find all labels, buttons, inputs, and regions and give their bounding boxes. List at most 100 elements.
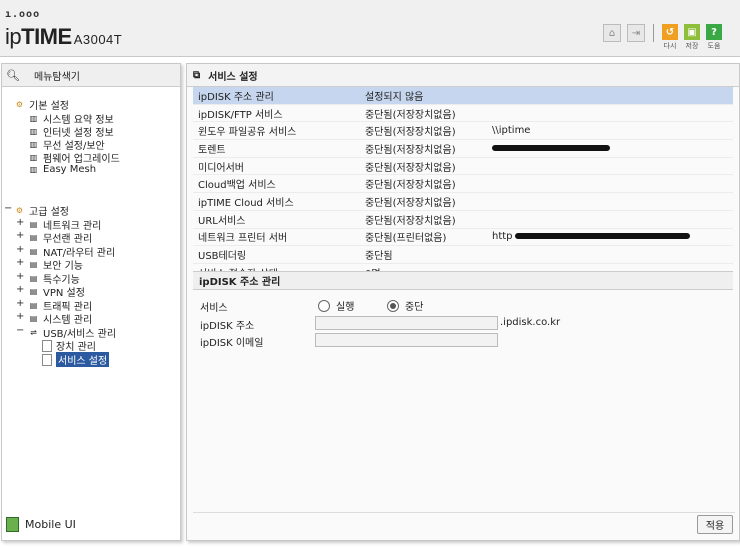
save-icon: ▣ xyxy=(684,24,700,40)
folder-gear-icon: ⚙ xyxy=(15,100,24,109)
radio-stop[interactable]: 중단 xyxy=(387,298,423,313)
tree-label: 기본 설정 xyxy=(29,101,69,112)
expand-icon[interactable]: + xyxy=(16,230,24,241)
tree-label: 무선랜 관리 xyxy=(43,234,93,245)
tree-item-vpn[interactable]: ▤ VPN 설정 xyxy=(28,284,85,299)
chart-icon: ▥ xyxy=(29,165,38,174)
service-status: 중단됨(저장장치없음) xyxy=(360,174,487,194)
tree-basic-settings[interactable]: ⚙ 기본 설정 xyxy=(14,97,69,112)
service-name: Cloud백업 서비스 xyxy=(193,174,360,194)
radio-run-label: 실행 xyxy=(336,302,355,313)
table-row[interactable]: 미디어서버 중단됨(저장장치없음) xyxy=(193,157,733,176)
tree-advanced-settings[interactable]: ⚙ 고급 설정 xyxy=(14,203,69,218)
page-icon xyxy=(42,353,52,366)
restart-button[interactable]: ↺ 다시 xyxy=(662,24,678,51)
apply-button[interactable]: 적용 xyxy=(697,515,733,534)
service-name: 토렌트 xyxy=(193,139,360,158)
table-row[interactable]: ipDISK 주소 관리 설정되지 않음 xyxy=(193,87,733,105)
table-row[interactable]: USB테더링 중단됨 xyxy=(193,245,733,264)
service-extra: http xyxy=(487,228,733,247)
tree-item-easy-mesh[interactable]: ▥ Easy Mesh xyxy=(28,164,96,175)
mobile-icon xyxy=(6,517,19,532)
redaction-mark xyxy=(492,144,610,151)
redaction-mark xyxy=(514,233,690,240)
tree-item-firmware[interactable]: ▥ 펌웨어 업그레이드 xyxy=(28,150,120,165)
expand-icon[interactable]: + xyxy=(16,284,24,295)
collapse-icon[interactable]: − xyxy=(16,325,24,336)
logout-icon[interactable]: ⇥ xyxy=(627,24,645,42)
restart-label: 다시 xyxy=(663,42,677,50)
expand-icon[interactable]: + xyxy=(16,217,24,228)
folder-icon: ▤ xyxy=(29,301,38,310)
service-extra xyxy=(487,87,733,105)
table-row[interactable]: 네트워크 프린터 서버 중단됨(프린터없음) http xyxy=(193,228,733,247)
expand-icon[interactable]: + xyxy=(16,271,24,282)
page-icon xyxy=(42,339,52,352)
help-button[interactable]: ? 도움 xyxy=(706,24,722,51)
radio-run-circle[interactable] xyxy=(318,299,330,312)
chart-icon: ▥ xyxy=(29,127,38,136)
tree-item-system[interactable]: ▤ 시스템 관리 xyxy=(28,311,92,326)
service-extra xyxy=(487,245,733,264)
mobile-ui-link[interactable]: Mobile UI xyxy=(6,517,76,532)
tree-label: 장치 관리 xyxy=(56,342,96,353)
help-icon: ? xyxy=(706,24,722,40)
search-icon: 🔍︎ xyxy=(6,68,20,82)
tree-item-device[interactable]: 장치 관리 xyxy=(42,338,96,353)
radio-run[interactable]: 실행 xyxy=(318,298,354,313)
folder-icon: ▤ xyxy=(29,247,38,256)
service-name: URL서비스 xyxy=(193,210,360,229)
logo-ip: ip xyxy=(5,24,22,49)
home-icon[interactable]: ⌂ xyxy=(603,24,621,42)
chart-icon: ▥ xyxy=(29,140,38,149)
service-name: ipTIME Cloud 서비스 xyxy=(193,192,360,211)
service-status: 중단됨 xyxy=(360,245,487,264)
menu-explorer: 🔍︎ 메뉴탐색기 ⚙ 기본 설정 ▥ 시스템 요약 정보 ▥ 인터넷 설정 정보… xyxy=(1,63,181,541)
footer-divider xyxy=(193,512,735,513)
folder-icon: ▤ xyxy=(29,260,38,269)
service-name: ipDISK 주소 관리 xyxy=(193,87,360,105)
ipdisk-email-input[interactable] xyxy=(315,333,498,347)
restart-icon: ↺ xyxy=(662,24,678,40)
tree-item-security[interactable]: ▤ 보안 기능 xyxy=(28,257,83,272)
service-extra xyxy=(487,174,733,194)
service-extra xyxy=(487,192,733,211)
expand-icon[interactable]: + xyxy=(16,298,24,309)
table-row[interactable]: Cloud백업 서비스 중단됨(저장장치없음) xyxy=(193,174,733,194)
service-extra xyxy=(487,210,733,229)
table-row[interactable]: 윈도우 파일공유 서비스 중단됨(저장장치없음) \\iptime xyxy=(193,121,733,141)
table-row[interactable]: URL서비스 중단됨(저장장치없음) xyxy=(193,210,733,229)
service-status: 중단됨(저장장치없음) xyxy=(360,210,487,229)
expand-icon[interactable]: + xyxy=(16,311,24,322)
service-name: 네트워크 프린터 서버 xyxy=(193,228,360,247)
usb-icon: ⇌ xyxy=(30,328,37,337)
page-title: 서비스 설정 xyxy=(208,71,258,83)
table-row[interactable]: ipTIME Cloud 서비스 중단됨(저장장치없음) xyxy=(193,192,733,211)
service-status: 중단됨(저장장치없음) xyxy=(360,121,487,141)
tree-label: 펌웨어 업그레이드 xyxy=(43,154,120,165)
folder-icon: ▤ xyxy=(29,314,38,323)
content-header: ⧉ 서비스 설정 xyxy=(187,64,739,87)
service-name: ipDISK/FTP 서비스 xyxy=(193,104,360,123)
service-extra: \\iptime xyxy=(487,121,733,141)
tree-item-service-settings[interactable]: 서비스 설정 xyxy=(42,352,110,367)
table-row[interactable]: 토렌트 중단됨(저장장치없음) xyxy=(193,139,733,158)
folder-icon: ▤ xyxy=(29,274,38,283)
service-status: 설정되지 않음 xyxy=(360,87,487,105)
tree-label: VPN 설정 xyxy=(43,288,85,299)
expand-icon[interactable]: + xyxy=(16,257,24,268)
ipdisk-address-label: ipDISK 주소 xyxy=(200,321,255,332)
iptime-logo: ipTIME A3004T xyxy=(5,24,122,50)
ipdisk-address-input[interactable] xyxy=(315,316,498,330)
service-status: 중단됨(프린터없음) xyxy=(360,228,487,247)
logo-time: TIME xyxy=(21,24,72,49)
radio-stop-circle[interactable] xyxy=(387,299,399,312)
collapse-icon[interactable]: − xyxy=(4,203,12,214)
save-button[interactable]: ▣ 저장 xyxy=(684,24,700,51)
tree-item-wlan[interactable]: ▤ 무선랜 관리 xyxy=(28,230,92,245)
service-extra xyxy=(487,157,733,176)
service-status: 중단됨(저장장치없음) xyxy=(360,192,487,211)
chart-icon: ▥ xyxy=(29,114,38,123)
table-row[interactable]: ipDISK/FTP 서비스 중단됨(저장장치없음) xyxy=(193,104,733,123)
expand-icon[interactable]: + xyxy=(16,244,24,255)
